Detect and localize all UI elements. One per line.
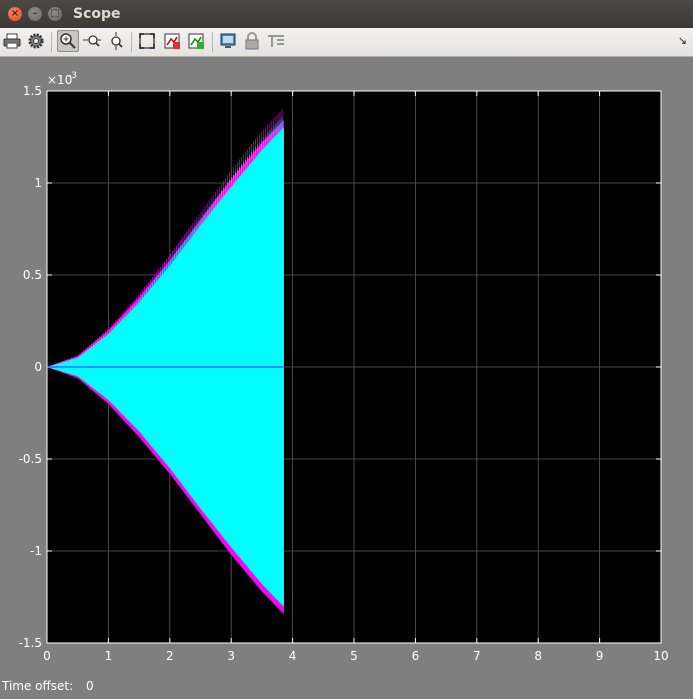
x-tick-label: 0 bbox=[43, 649, 51, 663]
save-axes-icon[interactable] bbox=[162, 31, 182, 51]
parameters-gear-icon[interactable] bbox=[26, 31, 46, 51]
toolbar-separator bbox=[131, 32, 132, 52]
x-tick-label: 7 bbox=[473, 649, 481, 663]
toolbar: ↘ bbox=[0, 28, 693, 57]
lock-axes-icon[interactable] bbox=[242, 31, 262, 51]
x-tick-label: 5 bbox=[350, 649, 358, 663]
x-tick-label: 10 bbox=[653, 649, 668, 663]
restore-axes-icon[interactable] bbox=[186, 31, 206, 51]
window-title: Scope bbox=[73, 6, 121, 22]
toolbar-separator bbox=[51, 32, 52, 52]
maximize-window-button[interactable]: □ bbox=[48, 7, 62, 21]
y-tick-label: 1.5 bbox=[23, 84, 42, 98]
close-window-button[interactable]: × bbox=[8, 7, 22, 21]
x-tick-label: 1 bbox=[105, 649, 113, 663]
zoom-in-icon[interactable] bbox=[57, 30, 79, 52]
print-icon[interactable] bbox=[2, 31, 22, 51]
y-tick-label: -1 bbox=[30, 544, 42, 558]
x-tick-label: 4 bbox=[289, 649, 297, 663]
signal-selection-icon[interactable] bbox=[266, 31, 286, 51]
y-exponent-power: -3 bbox=[68, 71, 77, 81]
x-tick-label: 3 bbox=[227, 649, 235, 663]
y-tick-label: -0.5 bbox=[19, 452, 42, 466]
zoom-x-icon[interactable] bbox=[82, 31, 102, 51]
x-tick-label: 2 bbox=[166, 649, 174, 663]
floating-scope-icon[interactable] bbox=[218, 31, 238, 51]
x-tick-label: 9 bbox=[596, 649, 604, 663]
time-offset-value: 0 bbox=[86, 679, 94, 693]
x-tick-label: 8 bbox=[534, 649, 542, 663]
y-tick-label: 0.5 bbox=[23, 268, 42, 282]
title-bar: × – □ Scope bbox=[0, 0, 693, 29]
zoom-y-icon[interactable] bbox=[106, 31, 126, 51]
autoscale-icon[interactable] bbox=[137, 31, 157, 51]
time-offset-label: Time offset: bbox=[2, 679, 74, 693]
toolbar-separator bbox=[212, 32, 213, 52]
scope-chart: 0 1 2 3 4 5 6 7 8 9 10-1.5-1-0.500.511.5×10-3 bbox=[19, 71, 669, 663]
y-tick-label: 1 bbox=[34, 176, 42, 190]
scope-plot-area: 0 1 2 3 4 5 6 7 8 9 10 -1.5 -1 -0.5 0 0.5 1 1.5 ×10 -3 bbox=[0, 57, 693, 677]
y-tick-label: 0 bbox=[34, 360, 42, 374]
minimize-window-button[interactable]: – bbox=[28, 7, 42, 21]
overflow-arrow-icon[interactable]: ↘ bbox=[678, 34, 687, 47]
status-bar: Time offset: 0 bbox=[0, 677, 693, 699]
y-tick-label: -1.5 bbox=[19, 636, 42, 650]
x-tick-label: 6 bbox=[412, 649, 420, 663]
